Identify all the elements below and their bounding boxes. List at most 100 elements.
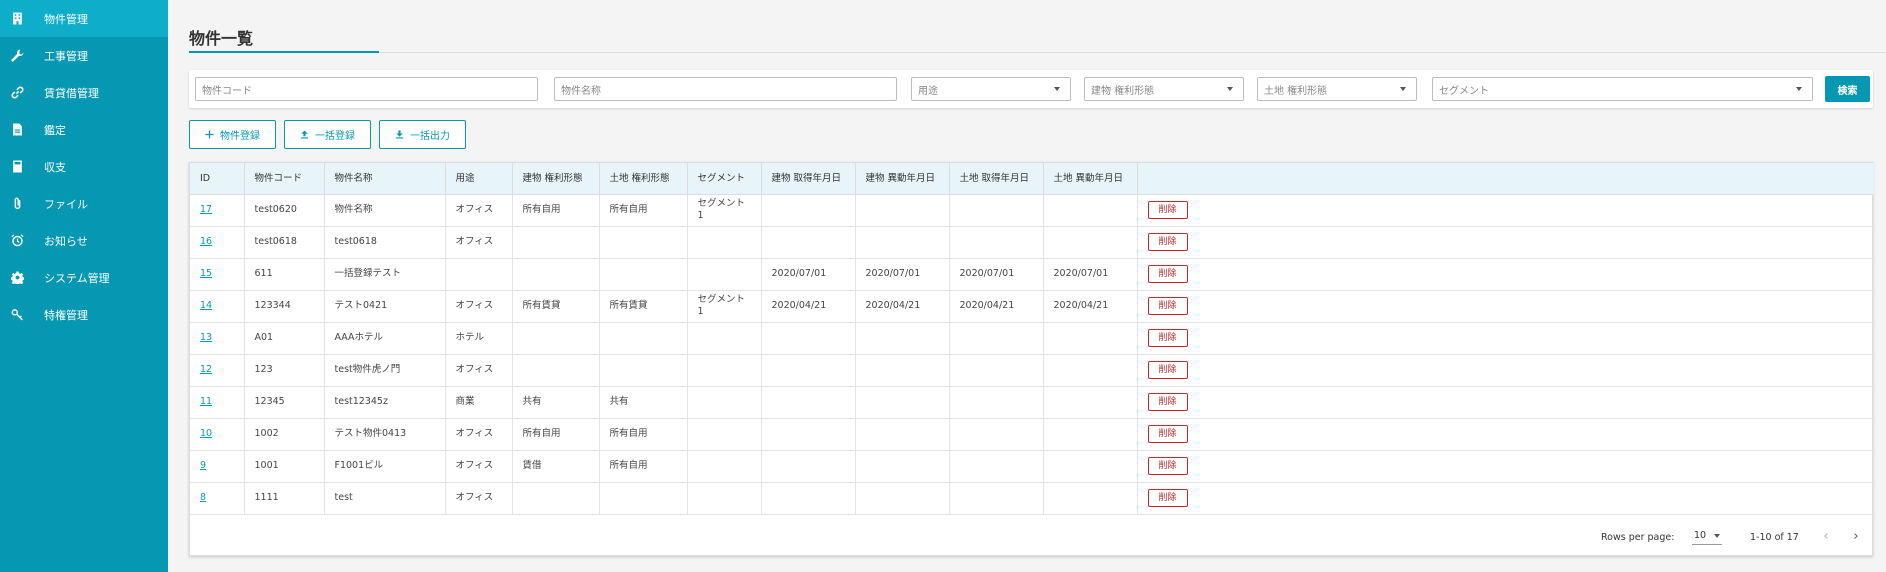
download-icon [395,130,404,139]
property-id-link[interactable]: 14 [200,300,212,311]
cell-building-rights: 所有自用 [512,418,600,451]
property-id-link[interactable]: 10 [200,428,212,439]
sidebar-item-label: 工事管理 [44,49,88,63]
delete-button[interactable]: 削除 [1147,361,1188,379]
sidebar-item-label: 鑑定 [44,123,66,137]
property-code-placeholder: 物件コード [202,85,252,97]
delete-button[interactable]: 削除 [1147,489,1188,507]
building-rights-select[interactable]: 建物 権利形態 [1084,77,1244,101]
cell-building-acquired [761,194,856,227]
cell-usage: オフィス [445,226,513,259]
delete-button[interactable]: 削除 [1147,393,1188,411]
sidebar-item-construction[interactable]: 工事管理 [0,37,168,74]
cell-land-acquired [949,418,1044,451]
sidebar-item-balance[interactable]: 収支 [0,148,168,185]
cell-building-acquired: 2020/07/01 [761,258,856,291]
column-header-segment[interactable]: セグメント [687,163,762,195]
register-property-button[interactable]: 物件登録 [189,120,276,149]
column-header-land-acquired[interactable]: 土地 取得年月日 [949,163,1044,195]
sidebar-item-label: 特権管理 [44,308,88,322]
sidebar-item-files[interactable]: ファイル [0,185,168,222]
delete-button[interactable]: 削除 [1147,329,1188,347]
cell-land-changed [1043,418,1138,451]
usage-select[interactable]: 用途 [911,77,1071,101]
cell-building-acquired [761,450,856,483]
column-header-name[interactable]: 物件名称 [324,163,446,195]
delete-button[interactable]: 削除 [1147,201,1188,219]
cell-building-changed [855,194,950,227]
cell-segment [687,418,762,451]
cell-land-acquired [949,322,1044,355]
sidebar-item-system[interactable]: システム管理 [0,259,168,296]
property-table-card: ID 物件コード 物件名称 用途 建物 権利形態 土地 権利形態 セグメント 建… [189,162,1874,556]
land-rights-select[interactable]: 土地 権利形態 [1257,77,1417,101]
column-header-id[interactable]: ID [190,163,245,195]
delete-button[interactable]: 削除 [1147,265,1188,283]
sidebar-item-properties[interactable]: 物件管理 [0,0,168,37]
cell-building-acquired [761,354,856,387]
property-id-link[interactable]: 9 [200,460,206,471]
property-name-input[interactable]: 物件名称 [554,77,897,101]
column-header-building-rights[interactable]: 建物 権利形態 [512,163,600,195]
cell-land-changed [1043,354,1138,387]
cell-name: F1001ビル [324,450,446,483]
cell-land-rights [599,354,688,387]
pagination: Rows per page: 10 1-10 of 17 ‹ › [190,520,1874,556]
chevron-down-icon [1400,87,1406,91]
cell-building-changed [855,482,950,515]
rows-per-page-select[interactable]: 10 [1692,527,1722,545]
property-code-input[interactable]: 物件コード [195,77,538,101]
cell-segment [687,450,762,483]
prev-page-icon[interactable]: ‹ [1818,528,1834,544]
page-range-label: 1-10 of 17 [1750,532,1799,543]
sidebar-item-privileges[interactable]: 特権管理 [0,296,168,333]
property-id-link[interactable]: 16 [200,236,212,247]
property-id-link[interactable]: 11 [200,396,212,407]
property-id-link[interactable]: 8 [200,492,206,503]
column-header-land-changed[interactable]: 土地 異動年月日 [1043,163,1138,195]
column-header-building-changed[interactable]: 建物 異動年月日 [855,163,950,195]
cell-building-rights [512,226,600,259]
search-button[interactable]: 検索 [1825,76,1870,102]
property-id-link[interactable]: 12 [200,364,212,375]
property-name-placeholder: 物件名称 [561,85,601,97]
cell-usage: オフィス [445,354,513,387]
cell-land-acquired [949,354,1044,387]
property-id-link[interactable]: 13 [200,332,212,343]
building-rights-select-label: 建物 権利形態 [1091,85,1155,97]
cell-usage: オフィス [445,482,513,515]
table-row: 8 1111 test オフィス 削除 [190,482,1874,515]
column-header-land-rights[interactable]: 土地 権利形態 [599,163,688,195]
cell-land-acquired [949,194,1044,227]
delete-button[interactable]: 削除 [1147,233,1188,251]
cell-name: 一括登録テスト [324,258,446,291]
cell-segment [687,322,762,355]
column-header-building-acquired[interactable]: 建物 取得年月日 [761,163,856,195]
bulk-register-button[interactable]: 一括登録 [284,120,371,149]
segment-select[interactable]: セグメント [1432,77,1813,101]
property-id-link[interactable]: 17 [200,204,212,215]
cell-building-rights: 共有 [512,386,600,419]
next-page-icon[interactable]: › [1848,528,1864,544]
table-row: 13 A01 AAAホテル ホテル 削除 [190,322,1874,355]
column-header-code[interactable]: 物件コード [244,163,325,195]
sidebar-item-appraisal[interactable]: 鑑定 [0,111,168,148]
cell-building-changed [855,226,950,259]
cell-segment: セグメント1 [687,194,762,227]
property-id-link[interactable]: 15 [200,268,212,279]
bulk-export-button[interactable]: 一括出力 [379,120,466,149]
sidebar-item-notices[interactable]: お知らせ [0,222,168,259]
calculator-icon [10,160,24,174]
sidebar-item-leasing[interactable]: 賃貸借管理 [0,74,168,111]
delete-button[interactable]: 削除 [1147,297,1188,315]
upload-icon [300,130,309,139]
cell-name: テスト物件0413 [324,418,446,451]
column-header-usage[interactable]: 用途 [445,163,513,195]
delete-button[interactable]: 削除 [1147,425,1188,443]
table-row: 17 test0620 物件名称 オフィス 所有自用 所有自用 セグメント1 削… [190,194,1874,227]
cell-building-changed: 2020/07/01 [855,258,950,291]
sidebar-item-label: 賃貸借管理 [44,86,99,100]
cell-land-rights [599,482,688,515]
delete-button[interactable]: 削除 [1147,457,1188,475]
paperclip-icon [10,197,24,211]
